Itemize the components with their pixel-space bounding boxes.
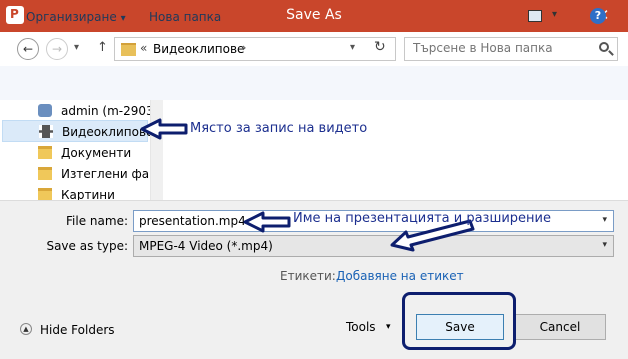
location-annotation: Място за запис на видето [190,121,368,136]
annotation-layer [140,118,475,252]
location-arrow [140,118,188,140]
filename-annotation: Име на презентацията и разширение [293,211,552,226]
filename-arrow [243,211,291,233]
save-highlight-ring [402,292,516,350]
